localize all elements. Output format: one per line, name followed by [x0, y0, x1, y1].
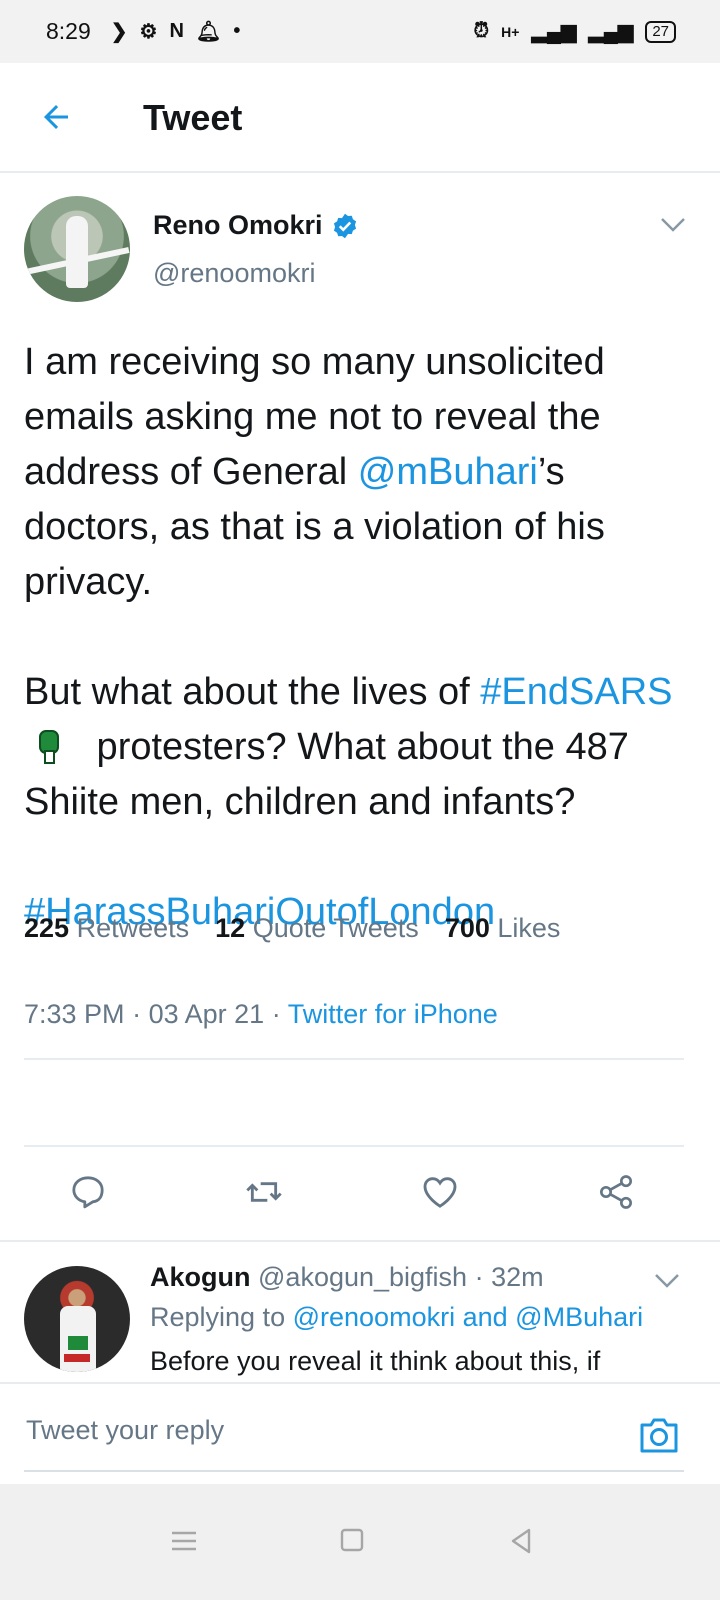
tweet-meta: 7:33 PM · 03 Apr 21 · Twitter for iPhone — [24, 999, 498, 1030]
replying-to: Replying to @renoomokri and @MBuhari — [150, 1302, 643, 1333]
divider — [24, 1470, 684, 1472]
reply-composer — [0, 1382, 720, 1484]
home-icon[interactable] — [336, 1526, 368, 1556]
status-bar-left: 8:29 ❯ ⚙ N 🔔︎ • — [46, 18, 240, 45]
alarm-icon: ⏰︎ — [473, 20, 490, 42]
share-icon[interactable] — [596, 1172, 636, 1212]
text-segment: But what about the lives of — [24, 671, 481, 713]
text-segment: protesters? What about the 487 Shiite me… — [24, 726, 629, 823]
reply-header: Akogun @akogun_bigfish · 32m — [150, 1262, 544, 1293]
mention-link[interactable]: @renoomokri — [293, 1302, 455, 1332]
replying-label: Replying to — [150, 1302, 286, 1332]
n-app-icon: N — [169, 20, 184, 42]
system-nav-bar — [0, 1484, 720, 1600]
replying-and: and — [462, 1302, 508, 1332]
tweet-actions — [0, 1172, 720, 1218]
reply-author-handle[interactable]: @akogun_bigfish — [258, 1262, 467, 1292]
status-bar-right: ⏰︎ H+ ▂▄▆ ▂▄▆ 27 — [474, 19, 676, 44]
signal-2-icon: ▂▄▆ — [588, 21, 634, 43]
status-time: 8:29 — [46, 18, 91, 44]
reply-text: Before you reveal it think about this, i… — [150, 1346, 601, 1376]
mention-link[interactable]: @mBuhari — [358, 451, 538, 493]
reply-tweet[interactable]: Akogun @akogun_bigfish · 32m Replying to… — [0, 1242, 720, 1382]
likes-count: 700 — [444, 913, 490, 943]
app-notification-icon: ❯ — [110, 21, 128, 43]
author-name[interactable]: Reno Omokri — [153, 210, 359, 241]
divider — [24, 1145, 684, 1147]
settings-icon: ⚙ — [139, 21, 158, 43]
tweet-source-link[interactable]: Twitter for iPhone — [288, 999, 498, 1029]
mention-link[interactable]: @MBuhari — [515, 1302, 643, 1332]
fist-emoji-icon — [39, 730, 59, 764]
verified-icon — [333, 213, 356, 238]
divider — [24, 1058, 684, 1060]
page-title: Tweet — [143, 97, 243, 138]
tweet-paragraph-2: But what about the lives of #EndSARS pro… — [24, 665, 704, 830]
meta-separator: · — [132, 999, 149, 1029]
retweets-stat[interactable]: 225 Retweets — [24, 913, 189, 944]
avatar[interactable] — [24, 196, 130, 302]
reply-time: 32m — [491, 1262, 544, 1292]
tweet-time: 7:33 PM — [24, 999, 125, 1029]
tweet-stats: 225 Retweets 12 Quote Tweets 700 Likes — [24, 913, 560, 944]
network-type: H+ — [501, 23, 520, 40]
retweets-count: 225 — [24, 913, 70, 943]
like-icon[interactable] — [420, 1172, 460, 1212]
status-bar: 8:29 ❯ ⚙ N 🔔︎ • ⏰︎ H+ ▂▄▆ ▂▄▆ 27 — [0, 0, 720, 63]
quotes-label: Quote Tweets — [252, 913, 419, 943]
back-arrow-icon[interactable] — [38, 99, 74, 135]
more-notifications-icon: • — [233, 20, 241, 42]
retweet-icon[interactable] — [244, 1172, 284, 1212]
likes-stat[interactable]: 700 Likes — [445, 913, 561, 944]
hashtag-link[interactable]: #EndSARS — [480, 671, 672, 713]
chevron-down-icon[interactable] — [660, 216, 686, 234]
top-bar: Tweet — [0, 63, 720, 173]
tweet-date: 03 Apr 21 — [148, 999, 265, 1029]
tweet-paragraph-1: I am receiving so many unsolicited email… — [24, 335, 704, 610]
quotes-stat[interactable]: 12 Quote Tweets — [215, 913, 419, 944]
bell-icon: 🔔︎ — [195, 21, 222, 43]
signal-icon: ▂▄▆ — [531, 21, 577, 43]
meta-separator: · — [271, 999, 288, 1029]
reply-icon[interactable] — [68, 1172, 108, 1212]
reply-input[interactable] — [24, 1414, 608, 1447]
chevron-down-icon[interactable] — [654, 1272, 680, 1290]
avatar[interactable] — [24, 1266, 130, 1372]
back-nav-icon[interactable] — [505, 1526, 537, 1556]
meta-separator: · — [474, 1262, 492, 1292]
camera-icon[interactable] — [638, 1416, 680, 1454]
tweet-text: I am receiving so many unsolicited email… — [24, 335, 704, 940]
author-name-text: Reno Omokri — [153, 210, 323, 240]
menu-icon[interactable] — [168, 1526, 200, 1556]
quotes-count: 12 — [215, 913, 246, 943]
battery-icon: 27 — [645, 20, 676, 43]
retweets-label: Retweets — [76, 913, 190, 943]
author-handle[interactable]: @renoomokri — [153, 258, 315, 289]
likes-label: Likes — [497, 913, 561, 943]
reply-author-name[interactable]: Akogun — [150, 1262, 251, 1292]
